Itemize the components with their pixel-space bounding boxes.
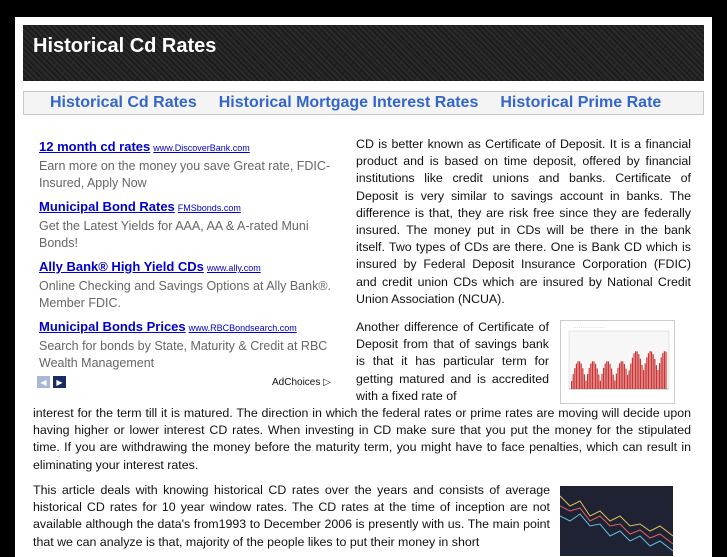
thumbnail-bar — [609, 363, 611, 389]
thumbnail-bar — [641, 364, 643, 389]
ad-title[interactable]: Ally Bank® High Yield CDs — [39, 259, 204, 274]
thumbnail-bar — [579, 361, 581, 389]
thumbnail-bar — [649, 351, 651, 389]
thumbnail-bar — [587, 373, 589, 389]
ad-pager: ◀ ▶ — [37, 376, 66, 388]
thumbnail-bar — [652, 354, 654, 389]
thumbnail-bar — [665, 351, 667, 389]
thumbnail-bar — [622, 361, 624, 389]
thumbnail-bar — [599, 380, 601, 389]
ad-item[interactable]: 12 month cd rates www.DiscoverBank.com Ea… — [39, 138, 339, 192]
nav-historical-cd-rates[interactable]: Historical Cd Rates — [50, 94, 197, 112]
site-header: Historical Cd Rates — [23, 25, 704, 81]
thumbnail-bar — [623, 363, 625, 389]
article-paragraph-2-end: interest for the term till it is matured… — [33, 406, 691, 472]
thumbnail-bar — [643, 370, 645, 389]
ad-description: Search for bonds by State, Maturity & Cr… — [39, 339, 328, 370]
adchoices-label: AdChoices — [272, 377, 321, 388]
thumbnail-bar — [580, 363, 582, 389]
adchoices-icon: ▷ — [323, 377, 331, 388]
adchoices-link[interactable]: AdChoices ▷ — [272, 377, 331, 388]
thumbnail-bar — [639, 358, 641, 389]
thumbnail-bar — [603, 367, 605, 389]
thumbnail-bar — [615, 373, 617, 389]
thumbnail-bar — [585, 380, 587, 389]
thumbnail-bar — [655, 365, 657, 389]
thumbnail-bar — [595, 363, 597, 389]
page-frame: Historical Cd Rates Historical Cd Rates … — [15, 17, 712, 557]
thumbnail-bar — [631, 357, 633, 389]
svg-text:- - - - - - - - - - - - - - -: - - - - - - - - - - - - - - - - — [573, 325, 605, 329]
thumbnail-bar — [596, 368, 598, 389]
thumbnail-bar — [644, 363, 646, 389]
nav-historical-mortgage-rates[interactable]: Historical Mortgage Interest Rates — [219, 94, 479, 112]
thumbnail-bar — [625, 368, 627, 389]
thumbnail-bar — [601, 373, 603, 389]
thumbnail-bar — [651, 351, 653, 389]
thumbnail-bar — [654, 358, 656, 389]
thumbnail-bar — [660, 357, 662, 389]
ad-title[interactable]: Municipal Bond Rates — [39, 199, 175, 214]
thumbnail-bar — [575, 363, 577, 389]
ad-url[interactable]: FMSbonds.com — [178, 203, 241, 213]
thumbnail-bar — [612, 374, 614, 389]
ad-item[interactable]: Municipal Bond Rates FMSbonds.com Get the… — [39, 198, 339, 252]
thumbnail-bar — [582, 368, 584, 389]
thumbnail-bar — [606, 361, 608, 389]
thumbnail-bar — [638, 354, 640, 389]
thumbnail-bar — [627, 374, 629, 389]
thumbnail-bar — [662, 353, 664, 389]
thumbnail-bar — [614, 380, 616, 389]
thumbnail-bar — [577, 361, 579, 389]
ad-title[interactable]: 12 month cd rates — [39, 139, 150, 154]
thumbnail-bar — [617, 367, 619, 389]
thumbnail-bar — [633, 353, 635, 389]
thumbnail-bar — [619, 363, 621, 389]
thumbnail-bar — [663, 351, 665, 389]
ad-title[interactable]: Municipal Bonds Prices — [39, 319, 186, 334]
ad-url[interactable]: www.RBCBondsearch.com — [189, 323, 297, 333]
ad-item[interactable]: Ally Bank® High Yield CDs www.ally.com On… — [39, 258, 339, 312]
ad-description: Earn more on the money you save Great ra… — [39, 159, 331, 190]
thumbnail-bar — [591, 361, 593, 389]
thumbnail-bar — [574, 368, 576, 389]
thumbnail-bar — [604, 363, 606, 389]
thumbnail-bar — [635, 351, 637, 389]
cd-rate-chart-image: - - - - - - - - - - - - - - - - — [560, 320, 675, 404]
thumbnail-bar — [646, 357, 648, 389]
thumbnail-bar — [593, 361, 595, 389]
thumbnail-bar — [607, 361, 609, 389]
nav-historical-prime-rate[interactable]: Historical Prime Rate — [500, 94, 661, 112]
prev-arrow-icon[interactable]: ◀ — [37, 376, 50, 388]
thumbnail-bar — [628, 370, 630, 389]
thumbnail-bar — [598, 374, 600, 389]
thumbnail-bar — [620, 361, 622, 389]
thumbnail-bar — [588, 367, 590, 389]
ad-description: Online Checking and Savings Options at A… — [39, 279, 332, 310]
cd-rate-line-chart-image — [560, 486, 673, 556]
thumbnail-bar — [659, 363, 661, 389]
thumbnail-bar — [571, 381, 573, 389]
thumbnail-bar — [583, 374, 585, 389]
ad-block: 12 month cd rates www.DiscoverBank.com Ea… — [39, 138, 339, 378]
ad-url[interactable]: www.DiscoverBank.com — [153, 143, 250, 153]
article-paragraph-3: This article deals with knowing historic… — [33, 483, 550, 549]
top-nav: Historical Cd Rates Historical Mortgage … — [23, 91, 704, 115]
thumbnail-bar — [647, 353, 649, 389]
thumbnail-bar — [572, 374, 574, 389]
ad-description: Get the Latest Yields for AAA, AA & A-ra… — [39, 219, 309, 250]
next-arrow-icon[interactable]: ▶ — [53, 376, 66, 388]
thumbnail-bar — [636, 351, 638, 389]
thumbnail-bar — [590, 363, 592, 389]
ad-item[interactable]: Municipal Bonds Prices www.RBCBondsearch.… — [39, 318, 339, 372]
article-paragraph-2-start: Another difference of Certificate of Dep… — [356, 320, 549, 403]
thumbnail-bar — [611, 368, 613, 389]
thumbnail-bar — [630, 363, 632, 389]
site-title[interactable]: Historical Cd Rates — [33, 35, 216, 58]
thumbnail-bar — [657, 369, 659, 389]
ad-url[interactable]: www.ally.com — [207, 263, 261, 273]
article-paragraph-1: CD is better known as Certificate of Dep… — [356, 137, 691, 306]
